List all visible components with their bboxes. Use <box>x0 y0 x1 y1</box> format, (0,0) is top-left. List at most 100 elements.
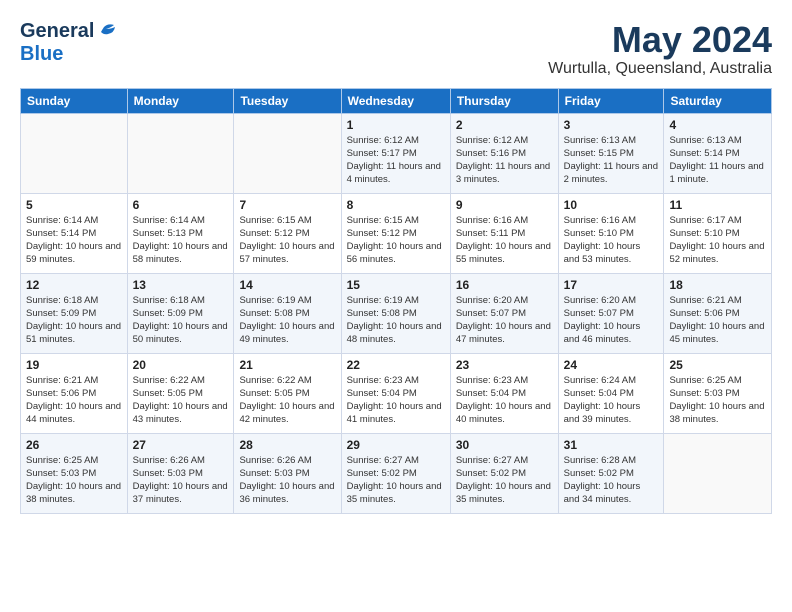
day-info: Sunrise: 6:27 AM Sunset: 5:02 PM Dayligh… <box>456 454 553 507</box>
day-info: Sunrise: 6:13 AM Sunset: 5:14 PM Dayligh… <box>669 134 766 187</box>
header-saturday: Saturday <box>664 88 772 113</box>
day-number: 19 <box>26 358 122 372</box>
day-info: Sunrise: 6:27 AM Sunset: 5:02 PM Dayligh… <box>347 454 445 507</box>
calendar-cell: 5 Sunrise: 6:14 AM Sunset: 5:14 PM Daylig… <box>21 193 128 273</box>
day-number: 11 <box>669 198 766 212</box>
calendar-week-2: 12 Sunrise: 6:18 AM Sunset: 5:09 PM Dayli… <box>21 273 772 353</box>
day-info: Sunrise: 6:23 AM Sunset: 5:04 PM Dayligh… <box>456 374 553 427</box>
calendar-cell: 24 Sunrise: 6:24 AM Sunset: 5:04 PM Dayli… <box>558 353 664 433</box>
day-info: Sunrise: 6:18 AM Sunset: 5:09 PM Dayligh… <box>26 294 122 347</box>
header-monday: Monday <box>127 88 234 113</box>
header-wednesday: Wednesday <box>341 88 450 113</box>
header-thursday: Thursday <box>450 88 558 113</box>
day-number: 24 <box>564 358 659 372</box>
day-number: 20 <box>133 358 229 372</box>
calendar-cell: 2 Sunrise: 6:12 AM Sunset: 5:16 PM Daylig… <box>450 113 558 193</box>
day-number: 29 <box>347 438 445 452</box>
day-info: Sunrise: 6:18 AM Sunset: 5:09 PM Dayligh… <box>133 294 229 347</box>
title-section: May 2024 Wurtulla, Queensland, Australia <box>548 20 772 78</box>
day-info: Sunrise: 6:22 AM Sunset: 5:05 PM Dayligh… <box>133 374 229 427</box>
calendar-cell: 12 Sunrise: 6:18 AM Sunset: 5:09 PM Dayli… <box>21 273 128 353</box>
calendar-header-row: SundayMondayTuesdayWednesdayThursdayFrid… <box>21 88 772 113</box>
calendar-cell: 13 Sunrise: 6:18 AM Sunset: 5:09 PM Dayli… <box>127 273 234 353</box>
calendar-table: SundayMondayTuesdayWednesdayThursdayFrid… <box>20 88 772 514</box>
day-number: 22 <box>347 358 445 372</box>
day-info: Sunrise: 6:14 AM Sunset: 5:14 PM Dayligh… <box>26 214 122 267</box>
calendar-cell: 30 Sunrise: 6:27 AM Sunset: 5:02 PM Dayli… <box>450 433 558 513</box>
day-number: 7 <box>239 198 335 212</box>
day-info: Sunrise: 6:15 AM Sunset: 5:12 PM Dayligh… <box>239 214 335 267</box>
day-info: Sunrise: 6:15 AM Sunset: 5:12 PM Dayligh… <box>347 214 445 267</box>
day-number: 17 <box>564 278 659 292</box>
day-number: 30 <box>456 438 553 452</box>
calendar-cell: 1Sunrise: 6:12 AM Sunset: 5:17 PM Daylig… <box>341 113 450 193</box>
day-info: Sunrise: 6:26 AM Sunset: 5:03 PM Dayligh… <box>239 454 335 507</box>
day-number: 9 <box>456 198 553 212</box>
day-info: Sunrise: 6:28 AM Sunset: 5:02 PM Dayligh… <box>564 454 659 507</box>
day-number: 10 <box>564 198 659 212</box>
day-number: 31 <box>564 438 659 452</box>
day-number: 12 <box>26 278 122 292</box>
day-info: Sunrise: 6:13 AM Sunset: 5:15 PM Dayligh… <box>564 134 659 187</box>
day-info: Sunrise: 6:20 AM Sunset: 5:07 PM Dayligh… <box>456 294 553 347</box>
day-number: 4 <box>669 118 766 132</box>
calendar-cell: 26 Sunrise: 6:25 AM Sunset: 5:03 PM Dayli… <box>21 433 128 513</box>
day-info: Sunrise: 6:21 AM Sunset: 5:06 PM Dayligh… <box>669 294 766 347</box>
calendar-cell: 18 Sunrise: 6:21 AM Sunset: 5:06 PM Dayli… <box>664 273 772 353</box>
day-info: Sunrise: 6:25 AM Sunset: 5:03 PM Dayligh… <box>26 454 122 507</box>
calendar-cell: 10Sunrise: 6:16 AM Sunset: 5:10 PM Dayli… <box>558 193 664 273</box>
calendar-cell: 4 Sunrise: 6:13 AM Sunset: 5:14 PM Daylig… <box>664 113 772 193</box>
calendar-cell: 3Sunrise: 6:13 AM Sunset: 5:15 PM Daylig… <box>558 113 664 193</box>
day-info: Sunrise: 6:26 AM Sunset: 5:03 PM Dayligh… <box>133 454 229 507</box>
header-tuesday: Tuesday <box>234 88 341 113</box>
calendar-cell <box>21 113 128 193</box>
calendar-cell: 20 Sunrise: 6:22 AM Sunset: 5:05 PM Dayli… <box>127 353 234 433</box>
calendar-cell: 19 Sunrise: 6:21 AM Sunset: 5:06 PM Dayli… <box>21 353 128 433</box>
day-number: 23 <box>456 358 553 372</box>
calendar-cell: 15 Sunrise: 6:19 AM Sunset: 5:08 PM Dayli… <box>341 273 450 353</box>
day-info: Sunrise: 6:16 AM Sunset: 5:11 PM Dayligh… <box>456 214 553 267</box>
header-friday: Friday <box>558 88 664 113</box>
calendar-cell: 17Sunrise: 6:20 AM Sunset: 5:07 PM Dayli… <box>558 273 664 353</box>
calendar-cell: 23 Sunrise: 6:23 AM Sunset: 5:04 PM Dayli… <box>450 353 558 433</box>
calendar-subtitle: Wurtulla, Queensland, Australia <box>548 60 772 78</box>
day-number: 21 <box>239 358 335 372</box>
day-number: 15 <box>347 278 445 292</box>
day-number: 14 <box>239 278 335 292</box>
calendar-cell <box>127 113 234 193</box>
calendar-week-1: 5 Sunrise: 6:14 AM Sunset: 5:14 PM Daylig… <box>21 193 772 273</box>
day-number: 13 <box>133 278 229 292</box>
header-sunday: Sunday <box>21 88 128 113</box>
calendar-week-4: 26 Sunrise: 6:25 AM Sunset: 5:03 PM Dayli… <box>21 433 772 513</box>
day-info: Sunrise: 6:21 AM Sunset: 5:06 PM Dayligh… <box>26 374 122 427</box>
day-info: Sunrise: 6:19 AM Sunset: 5:08 PM Dayligh… <box>347 294 445 347</box>
day-number: 5 <box>26 198 122 212</box>
day-number: 16 <box>456 278 553 292</box>
day-info: Sunrise: 6:23 AM Sunset: 5:04 PM Dayligh… <box>347 374 445 427</box>
day-info: Sunrise: 6:22 AM Sunset: 5:05 PM Dayligh… <box>239 374 335 427</box>
calendar-cell: 27 Sunrise: 6:26 AM Sunset: 5:03 PM Dayli… <box>127 433 234 513</box>
day-number: 8 <box>347 198 445 212</box>
calendar-cell: 9 Sunrise: 6:16 AM Sunset: 5:11 PM Daylig… <box>450 193 558 273</box>
day-info: Sunrise: 6:14 AM Sunset: 5:13 PM Dayligh… <box>133 214 229 267</box>
day-number: 26 <box>26 438 122 452</box>
day-info: Sunrise: 6:24 AM Sunset: 5:04 PM Dayligh… <box>564 374 659 427</box>
day-number: 18 <box>669 278 766 292</box>
day-number: 25 <box>669 358 766 372</box>
calendar-cell: 7 Sunrise: 6:15 AM Sunset: 5:12 PM Daylig… <box>234 193 341 273</box>
day-number: 27 <box>133 438 229 452</box>
day-info: Sunrise: 6:17 AM Sunset: 5:10 PM Dayligh… <box>669 214 766 267</box>
day-info: Sunrise: 6:12 AM Sunset: 5:16 PM Dayligh… <box>456 134 553 187</box>
day-number: 28 <box>239 438 335 452</box>
calendar-cell <box>234 113 341 193</box>
calendar-cell: 14Sunrise: 6:19 AM Sunset: 5:08 PM Dayli… <box>234 273 341 353</box>
calendar-cell: 28 Sunrise: 6:26 AM Sunset: 5:03 PM Dayli… <box>234 433 341 513</box>
day-number: 1 <box>347 118 445 132</box>
day-number: 2 <box>456 118 553 132</box>
calendar-week-3: 19 Sunrise: 6:21 AM Sunset: 5:06 PM Dayli… <box>21 353 772 433</box>
calendar-cell: 16 Sunrise: 6:20 AM Sunset: 5:07 PM Dayli… <box>450 273 558 353</box>
logo-bird-icon <box>96 21 118 43</box>
calendar-cell: 31 Sunrise: 6:28 AM Sunset: 5:02 PM Dayli… <box>558 433 664 513</box>
day-info: Sunrise: 6:25 AM Sunset: 5:03 PM Dayligh… <box>669 374 766 427</box>
calendar-cell: 25 Sunrise: 6:25 AM Sunset: 5:03 PM Dayli… <box>664 353 772 433</box>
